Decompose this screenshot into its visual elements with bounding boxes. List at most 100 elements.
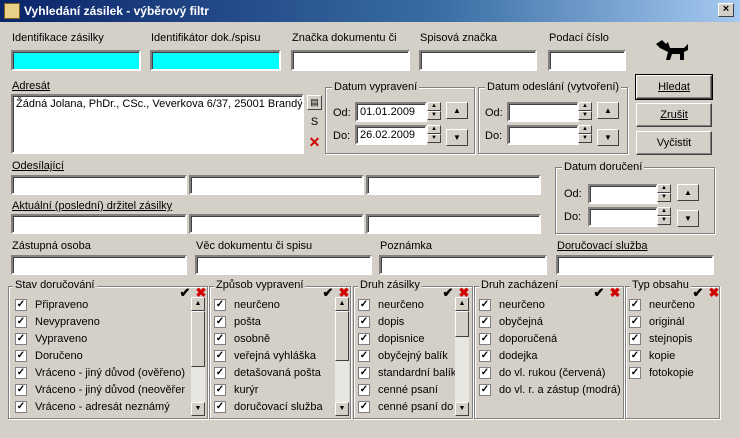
spisova-label: Spisová značka bbox=[420, 32, 498, 44]
vypraveni-od-spin-down[interactable]: ▼ bbox=[427, 111, 441, 120]
typ-obsahu-title: Typ obsahu bbox=[630, 279, 691, 291]
list-item[interactable]: ✓ doporučená bbox=[479, 331, 557, 348]
vypraveni-do-calendar-button[interactable]: ▼ bbox=[446, 129, 468, 146]
odeslani-od-input[interactable] bbox=[507, 102, 579, 122]
address-book-icon[interactable]: ▤ bbox=[307, 95, 322, 110]
druh-zachazeni-uncheck-all-icon[interactable]: ✖ bbox=[607, 286, 623, 302]
list-item[interactable]: ✓ pošta bbox=[214, 314, 261, 331]
doruceni-od-input[interactable] bbox=[588, 184, 658, 204]
stav-scrollbar[interactable]: ▲ ▼ bbox=[191, 297, 205, 416]
identifikator-input[interactable] bbox=[150, 50, 281, 71]
identifikator-label: Identifikátor dok./spisu bbox=[151, 32, 261, 44]
list-item[interactable]: ✓ cenné psaní do bbox=[358, 399, 454, 416]
list-item[interactable]: ✓ standardní balík bbox=[358, 365, 456, 382]
doruceni-do-spin-down[interactable]: ▼ bbox=[657, 216, 671, 225]
vypraveni-od-calendar-button[interactable]: ▲ bbox=[446, 102, 468, 119]
odeslani-do-calendar-button[interactable]: ▼ bbox=[597, 129, 619, 146]
dorucovaci-input[interactable] bbox=[556, 255, 714, 275]
odeslani-do-label: Do: bbox=[485, 130, 503, 142]
zpusob-list: Způsob vypravení ✔ ✖ ✓ neurčeno ✓ pošta ✓ o… bbox=[209, 279, 351, 419]
close-button[interactable]: × bbox=[718, 3, 734, 17]
doruceni-od-spin-up[interactable]: ▲ bbox=[657, 184, 671, 193]
druh-zasilky-check-all-icon[interactable]: ✔ bbox=[440, 286, 456, 302]
odeslani-do-spin-up[interactable]: ▲ bbox=[578, 125, 592, 134]
odeslani-do-input[interactable] bbox=[507, 125, 579, 145]
odesilajici-input-2[interactable] bbox=[189, 175, 364, 195]
znacka-input[interactable] bbox=[291, 50, 410, 71]
aktualni-input-1[interactable] bbox=[11, 214, 187, 234]
clear-adresat-icon[interactable]: ✕ bbox=[307, 135, 322, 150]
list-item[interactable]: ✓ detašovaná pošta bbox=[214, 365, 321, 382]
poznamka-label: Poznámka bbox=[380, 240, 432, 252]
aktualni-input-3[interactable] bbox=[366, 214, 541, 234]
podaci-input[interactable] bbox=[548, 50, 626, 71]
zastupna-label: Zástupná osoba bbox=[12, 240, 91, 252]
doruceni-do-calendar-button[interactable]: ▼ bbox=[677, 210, 699, 227]
list-item[interactable]: ✓ cenné psaní bbox=[358, 382, 438, 399]
typ-obsahu-uncheck-all-icon[interactable]: ✖ bbox=[706, 286, 722, 302]
list-item[interactable]: ✓ dodejka bbox=[479, 348, 538, 365]
zrusit-button[interactable]: Zrušit bbox=[636, 103, 712, 127]
spisova-input[interactable] bbox=[419, 50, 537, 71]
list-item[interactable]: ✓ Vráceno - adresát neznámý bbox=[15, 399, 185, 416]
list-item[interactable]: ✓ kopie bbox=[629, 348, 675, 365]
odeslani-od-spin-down[interactable]: ▼ bbox=[578, 111, 592, 120]
doruceni-od-spin-down[interactable]: ▼ bbox=[657, 193, 671, 202]
druh-zachazeni-check-all-icon[interactable]: ✔ bbox=[591, 286, 607, 302]
odeslani-od-calendar-button[interactable]: ▲ bbox=[597, 102, 619, 119]
druh-zasilky-scrollbar[interactable]: ▲ ▼ bbox=[455, 297, 469, 416]
list-item[interactable]: ✓ Vráceno - jiný důvod (ověřeno) bbox=[15, 365, 185, 382]
vypraveni-do-input[interactable]: 26.02.2009 bbox=[355, 125, 427, 145]
doruceni-do-spin-up[interactable]: ▲ bbox=[657, 207, 671, 216]
odeslani-od-spin-up[interactable]: ▲ bbox=[578, 102, 592, 111]
list-item[interactable]: ✓ do vl. rukou (červená) bbox=[479, 365, 605, 382]
zpusob-scrollbar[interactable]: ▲ ▼ bbox=[335, 297, 349, 416]
list-item[interactable]: ✓ neurčeno bbox=[358, 297, 424, 314]
doruceni-do-input[interactable] bbox=[588, 207, 658, 227]
adresat-textarea[interactable]: Žádná Jolana, PhDr., CSc., Veverkova 6/3… bbox=[11, 94, 304, 154]
zastupna-input[interactable] bbox=[11, 255, 187, 275]
doruceni-od-calendar-button[interactable]: ▲ bbox=[677, 184, 699, 201]
list-item[interactable]: ✓ Vypraveno bbox=[15, 331, 87, 348]
list-item[interactable]: ✓ kurýr bbox=[214, 382, 258, 399]
list-item[interactable]: ✓ obyčejná bbox=[479, 314, 543, 331]
list-item[interactable]: ✓ dopis bbox=[358, 314, 404, 331]
list-item[interactable]: ✓ Připraveno bbox=[15, 297, 88, 314]
zpusob-check-all-icon[interactable]: ✔ bbox=[320, 286, 336, 302]
list-item[interactable]: ✓ osobně bbox=[214, 331, 270, 348]
list-item[interactable]: ✓ neurčeno bbox=[214, 297, 280, 314]
poznamka-input[interactable] bbox=[379, 255, 547, 275]
hledat-button[interactable]: Hledat bbox=[635, 74, 713, 100]
vec-label: Věc dokumentu či spisu bbox=[196, 240, 313, 252]
identifikace-input[interactable] bbox=[11, 50, 141, 71]
druh-zachazeni-title: Druh zacházení bbox=[479, 279, 561, 291]
list-item[interactable]: ✓ fotokopie bbox=[629, 365, 694, 382]
datum-odeslani-title: Datum odeslání (vytvoření) bbox=[485, 81, 622, 93]
list-item[interactable]: ✓ Doručeno bbox=[15, 348, 83, 365]
aktualni-input-2[interactable] bbox=[189, 214, 364, 234]
vec-input[interactable] bbox=[195, 255, 372, 275]
dorucovaci-label: Doručovací služba bbox=[557, 240, 648, 252]
odesilajici-input-3[interactable] bbox=[366, 175, 541, 195]
vypraveni-do-spin-down[interactable]: ▼ bbox=[427, 134, 441, 143]
s-button[interactable]: S bbox=[307, 115, 322, 130]
list-item[interactable]: ✓ dopisnice bbox=[358, 331, 424, 348]
list-item[interactable]: ✓ doručovací služba bbox=[214, 399, 334, 416]
odeslani-do-spin-down[interactable]: ▼ bbox=[578, 134, 592, 143]
vypraveni-od-input[interactable]: 01.01.2009 bbox=[355, 102, 427, 122]
vypraveni-do-spin-up[interactable]: ▲ bbox=[427, 125, 441, 134]
list-item[interactable]: ✓ stejnopis bbox=[629, 331, 692, 348]
vypraveni-od-spin-up[interactable]: ▲ bbox=[427, 102, 441, 111]
vycistit-button[interactable]: Vyčistit bbox=[636, 131, 712, 155]
list-item[interactable]: ✓ do vl. r. a zástup (modrá) bbox=[479, 382, 621, 399]
list-item[interactable]: ✓ veřejná vyhláška bbox=[214, 348, 316, 365]
list-item[interactable]: ✓ obyčejný balík bbox=[358, 348, 448, 365]
vypraveni-od-label: Od: bbox=[333, 107, 351, 119]
list-item[interactable]: ✓ originál bbox=[629, 314, 684, 331]
list-item[interactable]: ✓ neurčeno bbox=[629, 297, 695, 314]
list-item[interactable]: ✓ neurčeno bbox=[479, 297, 545, 314]
list-item[interactable]: ✓ Vráceno - jiný důvod (neověřeno) bbox=[15, 382, 185, 399]
list-item[interactable]: ✓ Nevypraveno bbox=[15, 314, 100, 331]
odesilajici-input-1[interactable] bbox=[11, 175, 187, 195]
zpusob-title: Způsob vypravení bbox=[214, 279, 306, 291]
